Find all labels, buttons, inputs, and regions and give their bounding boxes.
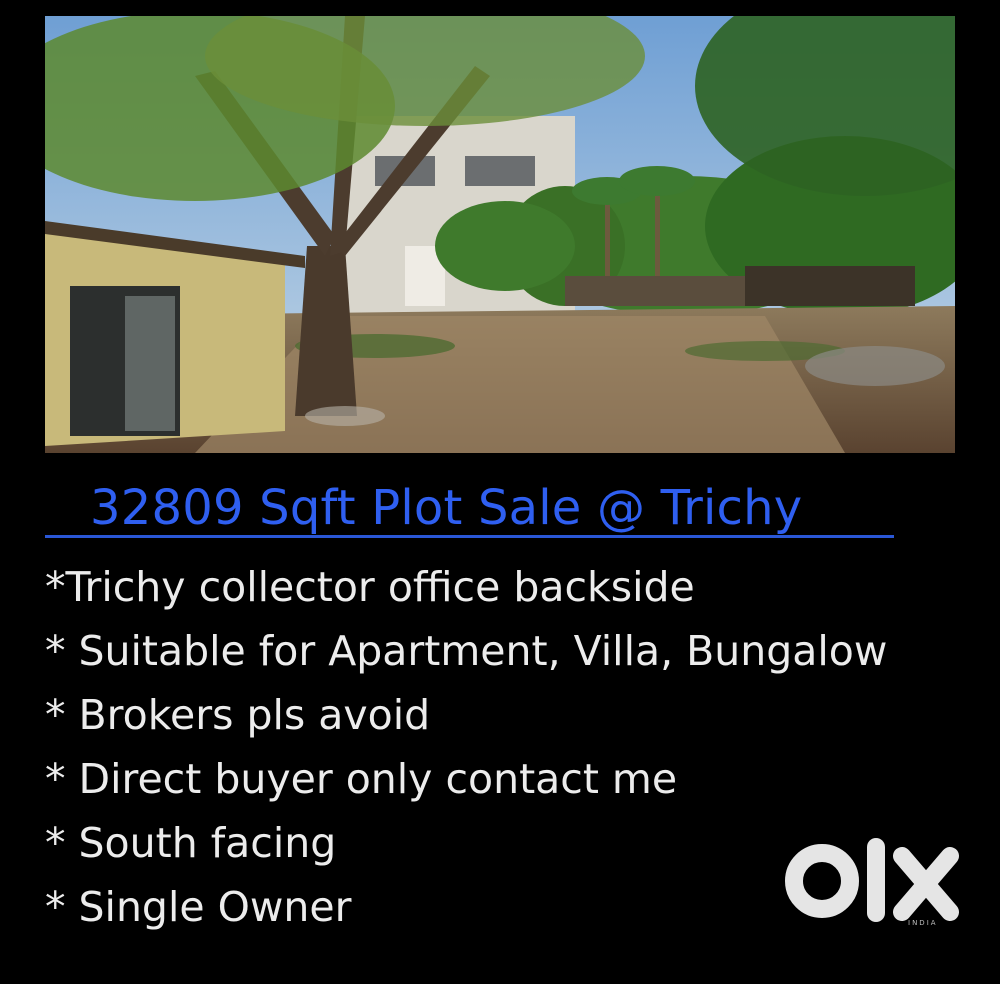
plot-photo bbox=[45, 16, 955, 453]
detail-facing: * South facing bbox=[45, 819, 337, 867]
svg-text:INDIA: INDIA bbox=[908, 919, 938, 927]
detail-location: *Trichy collector office backside bbox=[45, 563, 695, 611]
listing-title-link[interactable]: 32809 Sqft Plot Sale @ Trichy bbox=[45, 478, 894, 538]
detail-no-brokers: * Brokers pls avoid bbox=[45, 691, 431, 739]
olx-india-logo: INDIA bbox=[785, 838, 960, 930]
detail-owner: * Single Owner bbox=[45, 883, 352, 931]
detail-suitability: * Suitable for Apartment, Villa, Bungalo… bbox=[45, 627, 888, 675]
detail-direct-buyer: * Direct buyer only contact me bbox=[45, 755, 678, 803]
listing-details-list: *Trichy collector office backside * Suit… bbox=[45, 555, 887, 939]
listing-title[interactable]: 32809 Sqft Plot Sale @ Trichy bbox=[90, 478, 802, 538]
